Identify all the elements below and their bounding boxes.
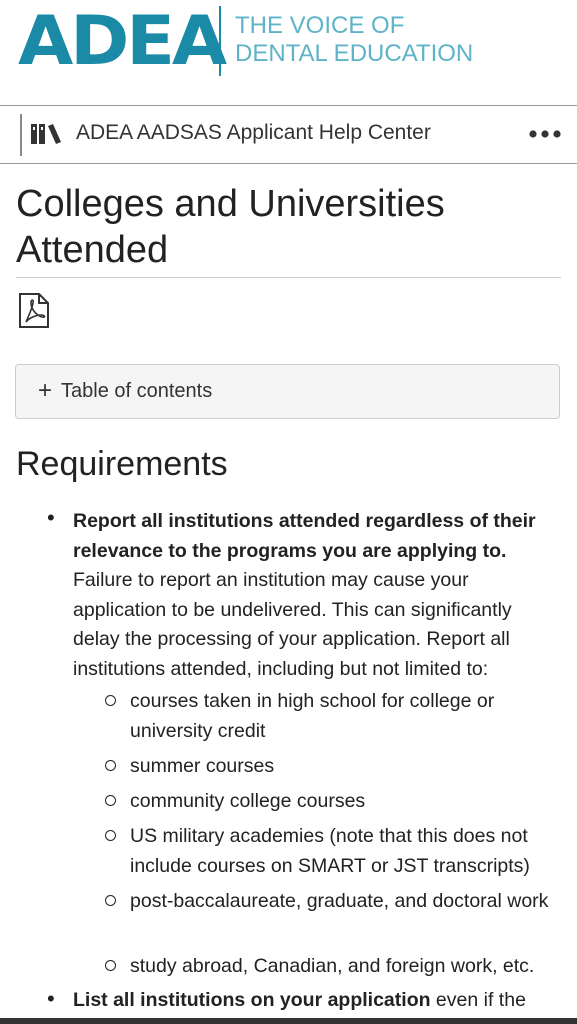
plus-icon: + bbox=[38, 377, 53, 404]
bottom-edge bbox=[0, 1018, 577, 1024]
list-item-bold: Report all institutions attended regardl… bbox=[73, 510, 536, 562]
pdf-icon[interactable] bbox=[17, 293, 51, 329]
table-of-contents-toggle[interactable]: + Table of contents bbox=[15, 364, 560, 419]
section-heading-requirements: Requirements bbox=[16, 445, 228, 483]
circle-bullet-icon bbox=[105, 695, 116, 706]
title-divider bbox=[16, 277, 561, 278]
more-icon[interactable] bbox=[528, 124, 562, 144]
circle-bullet-icon bbox=[105, 795, 116, 806]
sub-list-item: courses taken in high school for college… bbox=[130, 690, 495, 742]
tagline-line-1: THE VOICE OF bbox=[235, 12, 405, 39]
help-center-title[interactable]: ADEA AADSAS Applicant Help Center bbox=[76, 121, 431, 145]
logo-tagline: THE VOICE OF DENTAL EDUCATION bbox=[235, 12, 555, 68]
list-item: List all institutions on your applicatio… bbox=[73, 986, 563, 1016]
tagline-line-2: DENTAL EDUCATION bbox=[235, 40, 474, 67]
circle-bullet-icon bbox=[105, 760, 116, 771]
bullet-icon: • bbox=[47, 505, 55, 530]
sub-list-item: community college courses bbox=[130, 790, 366, 812]
sub-list-item: summer courses bbox=[130, 755, 275, 777]
books-icon bbox=[31, 124, 61, 144]
logo-divider bbox=[219, 6, 221, 76]
circle-bullet-icon bbox=[105, 960, 116, 971]
circle-bullet-icon bbox=[105, 895, 116, 906]
bar-divider bbox=[20, 114, 22, 156]
bullet-icon: • bbox=[47, 986, 55, 1011]
list-item-text: even if the bbox=[430, 989, 526, 1011]
sub-list-item: post-baccalaureate, graduate, and doctor… bbox=[130, 890, 549, 912]
adea-logo[interactable]: ADEA bbox=[18, 4, 227, 80]
sub-list-item: study abroad, Canadian, and foreign work… bbox=[130, 955, 535, 977]
site-header: ADEA THE VOICE OF DENTAL EDUCATION bbox=[0, 0, 577, 104]
toc-label: Table of contents bbox=[61, 380, 213, 402]
list-item: Report all institutions attended regardl… bbox=[73, 507, 563, 684]
page-title: Colleges and Universities Attended bbox=[16, 183, 445, 271]
sub-list-item: US military academies (note that this do… bbox=[130, 825, 530, 877]
list-item-bold: List all institutions on your applicatio… bbox=[73, 989, 431, 1011]
help-center-bar: ADEA AADSAS Applicant Help Center bbox=[0, 105, 577, 164]
list-item-text: Failure to report an institution may cau… bbox=[73, 569, 512, 680]
circle-bullet-icon bbox=[105, 830, 116, 841]
